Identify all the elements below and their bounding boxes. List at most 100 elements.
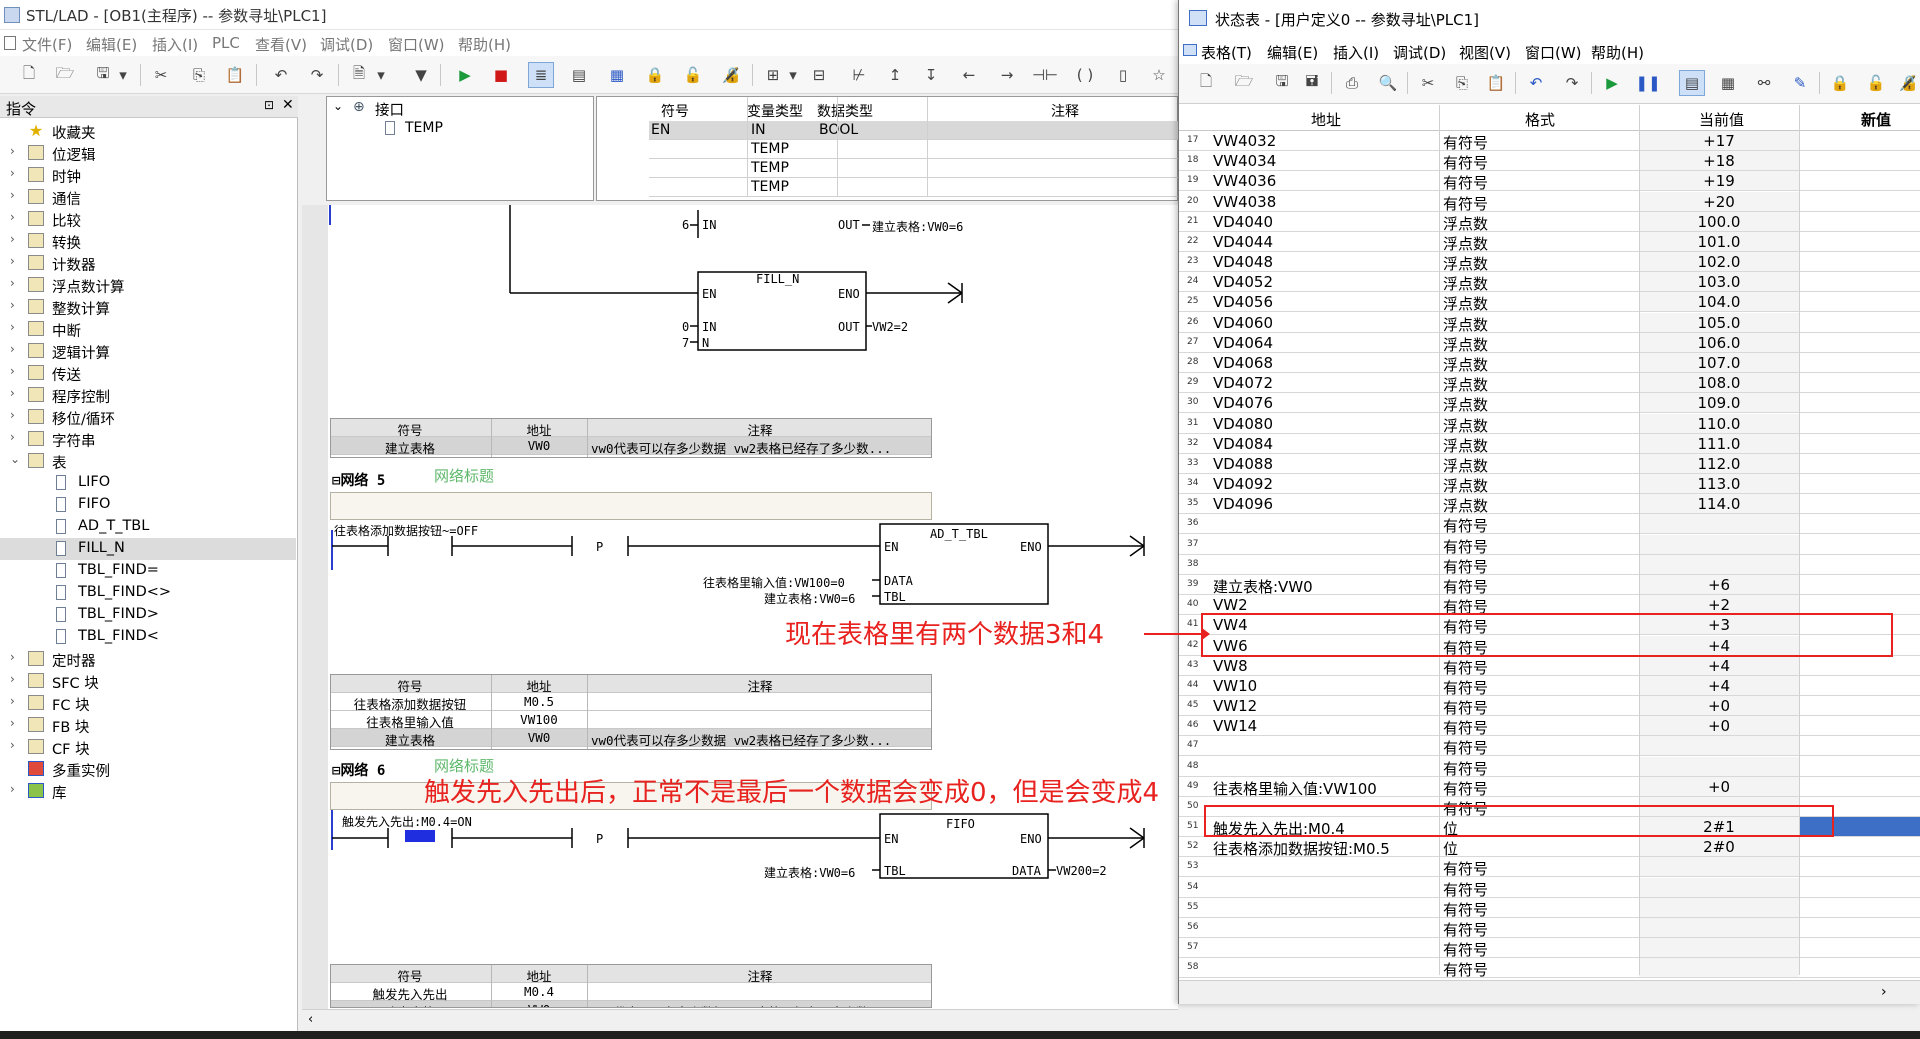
address-cell[interactable]: VD4048 — [1213, 253, 1273, 271]
format-cell[interactable]: 浮点数 — [1443, 374, 1488, 395]
address-cell[interactable]: VW4032 — [1213, 132, 1276, 150]
format-cell[interactable]: 浮点数 — [1443, 293, 1488, 314]
format-cell[interactable]: 浮点数 — [1443, 475, 1488, 496]
new-value-cell[interactable] — [1799, 131, 1920, 150]
format-cell[interactable]: 浮点数 — [1443, 334, 1488, 355]
new-value-cell[interactable] — [1799, 898, 1920, 917]
address-cell[interactable]: VD4056 — [1213, 293, 1273, 311]
format-cell[interactable]: 有符号 — [1443, 576, 1488, 597]
current-value-cell[interactable]: 2#0 — [1639, 838, 1799, 856]
new-value-cell[interactable] — [1799, 434, 1920, 453]
sw-menu-table[interactable]: 表格(T) — [1201, 42, 1252, 63]
sw-print-icon[interactable]: ⎙ — [1339, 70, 1365, 96]
current-value-cell[interactable]: +0 — [1639, 697, 1799, 715]
new-value-cell[interactable] — [1799, 353, 1920, 372]
sw-open-icon[interactable]: 🗁 — [1231, 70, 1257, 96]
format-cell[interactable]: 浮点数 — [1443, 394, 1488, 415]
sw-menu-view[interactable]: 视图(V) — [1459, 42, 1511, 63]
network5-title[interactable]: ⊟网络 5 — [332, 470, 385, 490]
format-cell[interactable]: 浮点数 — [1443, 273, 1488, 294]
fifo-tbl-text[interactable]: 建立表格:VW0=6 — [764, 864, 855, 881]
sw-paste-icon[interactable]: 📋 — [1483, 70, 1509, 96]
format-cell[interactable]: 浮点数 — [1443, 213, 1488, 234]
status-grid-row[interactable]: 36 有符号 — [1179, 514, 1920, 535]
new-value-cell[interactable] — [1799, 595, 1920, 614]
address-cell[interactable]: 往表格添加数据按钮:M0.5 — [1213, 838, 1390, 859]
sw-menu-insert[interactable]: 插入(I) — [1333, 42, 1379, 63]
current-value-cell[interactable]: 110.0 — [1639, 415, 1799, 433]
col-format[interactable]: 格式 — [1525, 109, 1555, 130]
format-cell[interactable]: 有符号 — [1443, 919, 1488, 940]
address-cell[interactable]: VD4044 — [1213, 233, 1273, 251]
sw-redo-icon[interactable]: ↷ — [1559, 70, 1585, 96]
sw-save-icon[interactable]: 🖫 — [1269, 70, 1295, 96]
status-grid-row[interactable]: 32 VD4084 浮点数 111.0 — [1179, 433, 1920, 455]
current-value-cell[interactable]: 102.0 — [1639, 253, 1799, 271]
address-cell[interactable]: VD4072 — [1213, 374, 1273, 392]
status-grid-row[interactable]: 26 VD4060 浮点数 105.0 — [1179, 312, 1920, 334]
new-value-cell[interactable] — [1799, 918, 1920, 937]
status-grid-row[interactable]: 24 VD4052 浮点数 103.0 — [1179, 272, 1920, 294]
status-grid-row[interactable]: 54 有符号 — [1179, 877, 1920, 899]
status-grid-row[interactable]: 17 VW4032 有符号 +17 — [1179, 131, 1920, 153]
sw-menu-debug[interactable]: 调试(D) — [1393, 42, 1446, 63]
new-value-cell[interactable] — [1799, 837, 1920, 856]
new-value-cell[interactable] — [1799, 514, 1920, 533]
format-cell[interactable]: 有符号 — [1443, 717, 1488, 738]
format-cell[interactable]: 有符号 — [1443, 737, 1488, 758]
current-value-cell[interactable]: +19 — [1639, 172, 1799, 190]
new-value-cell[interactable] — [1799, 272, 1920, 291]
sw-lock-icon[interactable]: 🔒 — [1827, 70, 1853, 96]
new-value-cell[interactable] — [1799, 857, 1920, 876]
network5-subtitle[interactable]: 网络标题 — [434, 465, 494, 486]
status-grid-row[interactable]: 25 VD4056 浮点数 104.0 — [1179, 292, 1920, 314]
new-value-cell[interactable] — [1799, 676, 1920, 695]
col-new-value[interactable]: 新值 — [1861, 109, 1891, 130]
status-grid-row[interactable]: 27 VD4064 浮点数 106.0 — [1179, 332, 1920, 355]
format-cell[interactable]: 有符号 — [1443, 172, 1488, 193]
format-cell[interactable]: 有符号 — [1443, 132, 1488, 153]
new-value-cell[interactable] — [1799, 958, 1920, 977]
sw-pause-icon[interactable]: ❚❚ — [1635, 70, 1661, 96]
current-value-cell[interactable]: +2 — [1639, 596, 1799, 614]
address-cell[interactable]: VD4052 — [1213, 273, 1273, 291]
format-cell[interactable]: 位 — [1443, 838, 1458, 859]
format-cell[interactable]: 有符号 — [1443, 193, 1488, 214]
format-cell[interactable]: 浮点数 — [1443, 455, 1488, 476]
sw-undo-icon[interactable]: ↶ — [1523, 70, 1549, 96]
address-cell[interactable]: VD4084 — [1213, 435, 1273, 453]
symbol-table-row[interactable]: 往表格里输入值 VW100 — [331, 711, 931, 730]
current-value-cell[interactable]: 109.0 — [1639, 394, 1799, 412]
col-address[interactable]: 地址 — [1311, 109, 1341, 130]
new-value-cell[interactable] — [1799, 171, 1920, 190]
address-cell[interactable]: VD4064 — [1213, 334, 1273, 352]
address-cell[interactable]: VD4068 — [1213, 354, 1273, 372]
sw-force-icon[interactable]: 🔏 — [1895, 70, 1920, 96]
address-cell[interactable]: VW4034 — [1213, 152, 1276, 170]
net6-contact-label[interactable]: 触发先入先出:M0.4=ON — [342, 813, 472, 830]
address-cell[interactable]: VW8 — [1213, 657, 1248, 675]
current-value-cell[interactable]: 114.0 — [1639, 495, 1799, 513]
status-grid-row[interactable]: 53 有符号 — [1179, 857, 1920, 879]
new-value-cell[interactable] — [1799, 474, 1920, 493]
format-cell[interactable]: 有符号 — [1443, 858, 1488, 879]
address-cell[interactable]: VD4080 — [1213, 415, 1273, 433]
status-grid-row[interactable]: 20 VW4038 有符号 +20 — [1179, 191, 1920, 214]
new-value-cell[interactable] — [1799, 656, 1920, 675]
new-value-cell[interactable] — [1799, 696, 1920, 715]
status-grid-row[interactable]: 30 VD4076 浮点数 109.0 — [1179, 393, 1920, 415]
status-grid-row[interactable]: 45 VW12 有符号 +0 — [1179, 696, 1920, 717]
sw-print-preview-icon[interactable]: 🔍 — [1375, 70, 1401, 96]
sw-save-all-icon[interactable]: 🖬 — [1299, 70, 1325, 96]
new-value-cell[interactable] — [1799, 232, 1920, 251]
current-value-cell[interactable]: 105.0 — [1639, 314, 1799, 332]
current-value-cell[interactable]: +0 — [1639, 778, 1799, 796]
new-value-cell[interactable] — [1799, 454, 1920, 473]
status-grid-row[interactable]: 19 VW4036 有符号 +19 — [1179, 171, 1920, 193]
sw-scroll-right-icon[interactable]: › — [1881, 984, 1887, 1000]
new-value-cell[interactable] — [1799, 555, 1920, 574]
status-grid-row[interactable]: 28 VD4068 浮点数 107.0 — [1179, 352, 1920, 374]
address-cell[interactable]: VD4060 — [1213, 314, 1273, 332]
address-cell[interactable]: 往表格里输入值:VW100 — [1213, 778, 1377, 799]
current-value-cell[interactable]: 106.0 — [1639, 334, 1799, 352]
